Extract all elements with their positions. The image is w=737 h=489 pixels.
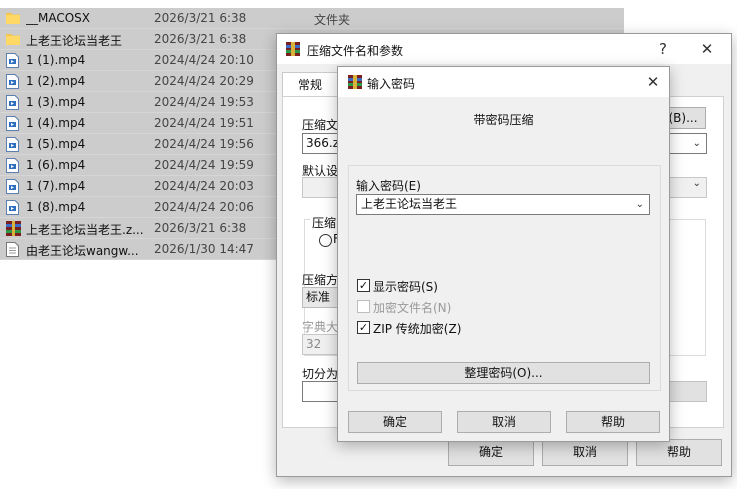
split-volume-label: 切分为 (302, 367, 339, 381)
right-bottom-field (667, 381, 707, 402)
file-name: 由老王论坛wangw... (26, 244, 139, 258)
close-icon[interactable]: ✕ (641, 72, 665, 92)
file-name: 1 (5).mp4 (26, 137, 86, 151)
video-file-icon (6, 116, 20, 131)
file-date: 2024/4/24 19:53 (154, 95, 254, 109)
file-date: 2024/4/24 20:10 (154, 53, 254, 67)
file-name: __MACOSX (26, 11, 91, 25)
file-name: 1 (6).mp4 (26, 158, 86, 172)
file-name: 1 (1).mp4 (26, 53, 86, 67)
archive-ok-button[interactable]: 确定 (448, 439, 534, 466)
video-file-icon (6, 74, 20, 89)
password-cancel-label: 取消 (491, 415, 516, 429)
method-combo[interactable]: 标准 (302, 287, 342, 308)
file-name: 上老王论坛当老王 (26, 34, 123, 48)
password-help-label: 帮助 (600, 415, 625, 429)
chevron-down-icon: ⌄ (635, 199, 644, 210)
password-dialog-title: 输入密码 (367, 77, 416, 91)
password-ok-label: 确定 (382, 415, 407, 429)
file-date: 2024/4/24 20:29 (154, 74, 254, 88)
password-help-button[interactable]: 帮助 (566, 411, 660, 433)
tab-general-label: 常规 (297, 78, 322, 92)
video-file-icon (6, 95, 20, 110)
file-type: 文件夹 (314, 13, 351, 27)
tab-general[interactable]: 常规 (282, 72, 338, 97)
password-combo[interactable]: 上老王论坛当老王 ⌄ (356, 194, 650, 215)
password-cancel-button[interactable]: 取消 (457, 411, 551, 433)
file-date: 2024/4/24 20:06 (154, 200, 254, 214)
file-row[interactable]: __MACOSX 2026/3/21 6:38 文件夹 (0, 8, 624, 29)
video-file-icon (6, 179, 20, 194)
file-date: 2024/4/24 20:03 (154, 179, 254, 193)
chevron-down-icon: ⌄ (692, 178, 701, 189)
password-ok-button[interactable]: 确定 (348, 411, 442, 433)
file-date: 2026/1/30 14:47 (154, 242, 254, 256)
password-label: 输入密码(E) (356, 179, 421, 193)
winrar-app-icon (285, 41, 301, 57)
zip-legacy-encryption-label: ZIP 传统加密(Z) (373, 322, 462, 336)
zip-legacy-encryption-checkbox[interactable]: ✓ (357, 321, 370, 334)
folder-icon (6, 32, 20, 47)
winrar-app-icon (347, 74, 363, 90)
archive-dialog-titlebar[interactable]: 压缩文件名和参数 ? ✕ (277, 34, 731, 64)
archive-help-button[interactable]: 帮助 (636, 439, 722, 466)
video-file-icon (6, 53, 20, 68)
dictionary-label: 字典大 (302, 320, 339, 334)
video-file-icon (6, 158, 20, 173)
password-dialog: 输入密码 ✕ 带密码压缩 输入密码(E) 上老王论坛当老王 ⌄ ✓ 显示密码(S… (337, 66, 670, 442)
browse-button-label: (B)... (668, 111, 698, 125)
dictionary-combo[interactable]: 32 (302, 334, 342, 355)
password-dialog-titlebar[interactable]: 输入密码 ✕ (338, 67, 669, 97)
file-date: 2024/4/24 19:51 (154, 116, 254, 130)
checkmark-icon: ✓ (358, 321, 369, 334)
file-name: 1 (2).mp4 (26, 74, 86, 88)
encrypt-file-names-label: 加密文件名(N) (373, 301, 452, 315)
file-date: 2024/4/24 19:59 (154, 158, 254, 172)
chevron-down-icon: ⌄ (692, 138, 701, 149)
checkmark-icon: ✓ (358, 279, 369, 292)
close-icon[interactable]: ✕ (695, 39, 719, 59)
split-volume-combo[interactable] (302, 381, 342, 402)
file-name: 1 (8).mp4 (26, 200, 86, 214)
video-file-icon (6, 137, 20, 152)
organize-passwords-label: 整理密码(O)... (464, 366, 543, 380)
file-name: 1 (7).mp4 (26, 179, 86, 193)
archive-ok-label: 确定 (478, 445, 503, 459)
file-date: 2026/3/21 6:38 (154, 221, 247, 235)
archive-help-label: 帮助 (666, 445, 691, 459)
archive-name-label: 压缩文 (302, 118, 339, 132)
folder-icon (6, 11, 20, 26)
file-date: 2026/3/21 6:38 (154, 32, 247, 46)
archive-cancel-label: 取消 (572, 445, 597, 459)
archive-dialog-title: 压缩文件名和参数 (307, 44, 404, 58)
video-file-icon (6, 200, 20, 215)
organize-passwords-button[interactable]: 整理密码(O)... (357, 362, 650, 384)
show-password-label: 显示密码(S) (373, 280, 438, 294)
show-password-checkbox[interactable]: ✓ (357, 279, 370, 292)
dictionary-value: 32 (306, 337, 322, 351)
password-value: 上老王论坛当老王 (361, 197, 458, 211)
archive-cancel-button[interactable]: 取消 (542, 439, 628, 466)
winrar-archive-icon (6, 221, 21, 236)
file-date: 2024/4/24 19:56 (154, 137, 254, 151)
radio-button[interactable] (319, 234, 332, 247)
file-date: 2026/3/21 6:38 (154, 11, 247, 25)
text-file-icon (6, 242, 20, 257)
method-value: 标准 (306, 290, 331, 304)
file-name: 1 (3).mp4 (26, 95, 86, 109)
password-dialog-heading: 带密码压缩 (473, 113, 534, 127)
help-icon[interactable]: ? (651, 39, 675, 59)
file-name: 1 (4).mp4 (26, 116, 86, 130)
format-group-label: 压缩 (310, 214, 339, 231)
file-name: 上老王论坛当老王.z... (26, 223, 144, 237)
method-label: 压缩方 (302, 273, 339, 287)
encrypt-file-names-checkbox[interactable] (357, 300, 370, 313)
